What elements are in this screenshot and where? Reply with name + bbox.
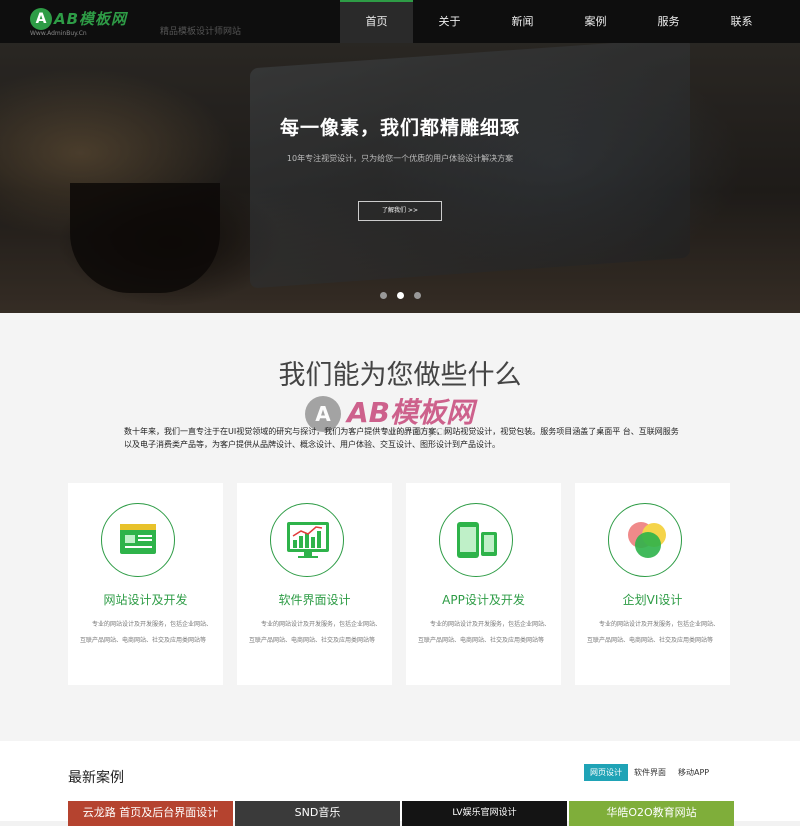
nav-item-about[interactable]: 关于	[413, 0, 486, 43]
nav-item-news[interactable]: 新闻	[486, 0, 559, 43]
slider-dot-1[interactable]	[380, 292, 387, 299]
service-card-web[interactable]: 网站设计及开发 专业的网站设计及开发服务，包括企业网站、互联产品网站、电商网站、…	[68, 483, 223, 685]
color-circles-icon	[608, 503, 682, 577]
slider-dot-2[interactable]	[397, 292, 404, 299]
case-thumb-4[interactable]: 华皓O2O教育网站	[569, 801, 734, 826]
case-thumb-2[interactable]: SND音乐	[235, 801, 400, 826]
service-card-vi[interactable]: 企划VI设计 专业的网站设计及开发服务，包括企业网站、互联产品网站、电商网站、社…	[575, 483, 730, 685]
services-description: 数十年来，我们一直专注于在UI视觉领域的研究与探讨，我们为客户提供专业的界面方案…	[124, 427, 679, 449]
main-nav: 首页 关于 新闻 案例 服务 联系	[340, 0, 778, 43]
service-card-app[interactable]: APP设计及开发 专业的网站设计及开发服务，包括企业网站、互联产品网站、电商网站…	[406, 483, 561, 685]
case-thumb-1[interactable]: 云龙路 首页及后台界面设计	[68, 801, 233, 826]
nav-item-services[interactable]: 服务	[632, 0, 705, 43]
nav-item-home[interactable]: 首页	[340, 0, 413, 43]
tab-software-ui[interactable]: 软件界面	[628, 764, 672, 781]
hero-banner: 每一像素，我们都精雕细琢 10年专注视觉设计，只为给您一个优质的用户体验设计解决…	[0, 43, 800, 313]
service-card-desc: 专业的网站设计及开发服务，包括企业网站、互联产品网站、电商网站、社交及应用类网站…	[249, 621, 382, 644]
service-card-title: 网站设计及开发	[103, 593, 188, 607]
top-header: A AB模板网 Www.AdminBuy.Cn 精品模板设计师网站 首页 关于 …	[0, 0, 800, 43]
nav-item-cases[interactable]: 案例	[559, 0, 632, 43]
logo-mark-icon: A	[30, 8, 52, 30]
service-card-software[interactable]: 软件界面设计 专业的网站设计及开发服务，包括企业网站、互联产品网站、电商网站、社…	[237, 483, 392, 685]
tab-mobile-app[interactable]: 移动APP	[672, 764, 715, 781]
service-card-desc: 专业的网站设计及开发服务，包括企业网站、互联产品网站、电商网站、社交及应用类网站…	[587, 621, 720, 644]
site-logo[interactable]: A AB模板网 Www.AdminBuy.Cn	[30, 8, 130, 37]
service-card-title: 软件界面设计	[278, 593, 351, 607]
nav-item-contact[interactable]: 联系	[705, 0, 778, 43]
case-tabs: 网页设计 软件界面 移动APP	[584, 764, 715, 781]
tab-web-design[interactable]: 网页设计	[584, 764, 628, 781]
learn-more-button[interactable]: 了解我们 >>	[358, 201, 442, 221]
hero-title: 每一像素，我们都精雕细琢	[279, 117, 520, 139]
case-thumbnails: 云龙路 首页及后台界面设计 SND音乐 LV娱乐官网设计 华皓O2O教育网站	[68, 801, 734, 826]
service-card-desc: 专业的网站设计及开发服务，包括企业网站、互联产品网站、电商网站、社交及应用类网站…	[418, 621, 551, 644]
services-section: 我们能为您做些什么 A AB模板网 AdminBuy.Cn 数十年来，我们一直专…	[0, 313, 800, 741]
latest-cases-section: 最新案例 网页设计 软件界面 移动APP 云龙路 首页及后台界面设计 SND音乐…	[0, 741, 800, 826]
hero-overlay	[0, 43, 800, 313]
service-cards: 网站设计及开发 专业的网站设计及开发服务，包括企业网站、互联产品网站、电商网站、…	[68, 483, 730, 685]
mobile-devices-icon	[439, 503, 513, 577]
hero-subtitle: 10年专注视觉设计，只为给您一个优质的用户体验设计解决方案	[286, 154, 514, 163]
logo-text: AB模板网	[54, 10, 128, 28]
service-card-desc: 专业的网站设计及开发服务，包括企业网站、互联产品网站、电商网站、社交及应用类网站…	[80, 621, 213, 644]
browser-window-icon	[101, 503, 175, 577]
site-tagline: 精品模板设计师网站	[160, 27, 242, 37]
chart-monitor-icon	[270, 503, 344, 577]
case-thumb-3[interactable]: LV娱乐官网设计	[402, 801, 567, 826]
slider-dot-3[interactable]	[414, 292, 421, 299]
cases-title: 最新案例	[68, 770, 124, 786]
logo-subtitle: Www.AdminBuy.Cn	[30, 30, 87, 37]
slider-dots	[380, 292, 421, 299]
service-card-title: 企划VI设计	[622, 593, 683, 607]
service-card-title: APP设计及开发	[442, 593, 525, 607]
